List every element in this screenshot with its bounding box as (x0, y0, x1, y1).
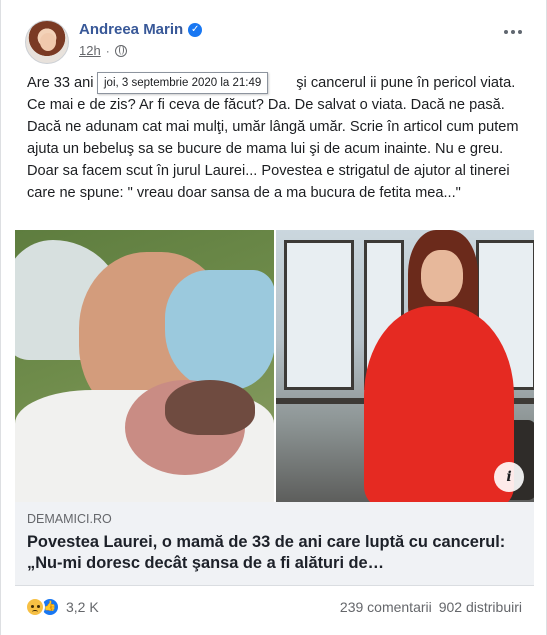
link-title[interactable]: Povestea Laurei, o mamă de 33 de ani car… (27, 532, 527, 574)
post-footer: 👍 3,2 K 239 comentarii 902 distribuiri (15, 590, 534, 626)
author-name[interactable]: Andreea Marin (79, 21, 183, 38)
meta-separator: · (105, 43, 110, 58)
post-header: Andreea Marin ✓ 12h · (15, 10, 535, 66)
author-row: Andreea Marin ✓ (79, 21, 203, 38)
avatar-face (40, 33, 56, 51)
more-options-icon[interactable] (497, 20, 529, 44)
face (421, 250, 463, 302)
comments-count[interactable]: 239 comentarii (340, 599, 432, 615)
post-meta: 12h · (79, 43, 127, 58)
post-card: Andreea Marin ✓ 12h · Are 33 ani şi canc… (0, 0, 547, 635)
reaction-count[interactable]: 3,2 K (66, 599, 99, 615)
newborn-hair (165, 380, 255, 435)
shares-count[interactable]: 902 distribuiri (439, 599, 522, 615)
photo-pregnant-woman (276, 230, 534, 502)
post-timestamp[interactable]: 12h (79, 43, 101, 58)
photo-mother-newborn (15, 230, 274, 502)
info-icon[interactable]: i (494, 462, 524, 492)
engagement-counts: 239 comentarii 902 distribuiri (340, 599, 522, 615)
link-domain: DEMAMICI.RO (27, 512, 112, 526)
link-preview-caption[interactable]: DEMAMICI.RO Povestea Laurei, o mamă de 3… (15, 502, 534, 586)
red-dress (364, 306, 514, 502)
reactions-summary[interactable]: 👍 3,2 K (25, 597, 99, 617)
globe-icon[interactable] (114, 44, 127, 57)
window (284, 240, 354, 390)
verified-badge-icon: ✓ (188, 22, 203, 37)
author-avatar[interactable] (25, 20, 69, 64)
surgical-mask (165, 270, 274, 390)
timestamp-tooltip: joi, 3 septembrie 2020 la 21:49 (97, 72, 269, 94)
sad-reaction-icon (25, 597, 45, 617)
link-preview-image[interactable]: i (15, 230, 534, 502)
